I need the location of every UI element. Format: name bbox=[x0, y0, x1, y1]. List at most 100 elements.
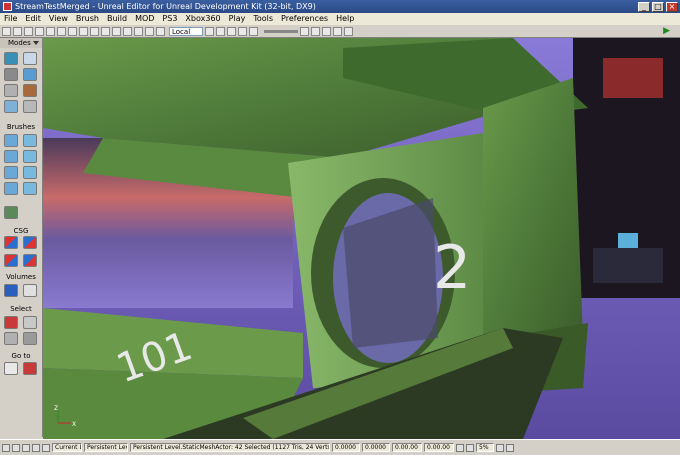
add-volume-icon[interactable] bbox=[4, 284, 18, 297]
grid-value-2: 0.0000 bbox=[362, 443, 390, 452]
grid-value-4: 0.00.00 bbox=[424, 443, 454, 452]
csg-subtract-icon[interactable] bbox=[23, 236, 37, 249]
play-in-editor-icon[interactable]: ▶ bbox=[663, 26, 670, 36]
menu-preferences[interactable]: Preferences bbox=[277, 13, 332, 25]
menu-build[interactable]: Build bbox=[103, 13, 131, 25]
camera-speed-slider[interactable] bbox=[264, 29, 298, 33]
pie-icon[interactable] bbox=[333, 26, 342, 36]
hide-selected-icon[interactable] bbox=[23, 316, 37, 329]
menu-play[interactable]: Play bbox=[225, 13, 250, 25]
app-icon bbox=[3, 2, 12, 11]
cylinder-brush-icon[interactable] bbox=[4, 150, 18, 163]
widget-rotate-icon[interactable] bbox=[145, 26, 154, 36]
paste-icon[interactable] bbox=[79, 26, 88, 36]
menu-edit[interactable]: Edit bbox=[21, 13, 45, 25]
modes-header[interactable]: Modes bbox=[0, 38, 42, 48]
menu-brush[interactable]: Brush bbox=[72, 13, 103, 25]
brushes-label: Brushes bbox=[6, 123, 36, 131]
mesh-paint-icon[interactable] bbox=[4, 84, 18, 97]
widget-scale-icon[interactable] bbox=[156, 26, 165, 36]
cube-brush-icon[interactable] bbox=[4, 134, 18, 147]
matinee-icon[interactable] bbox=[123, 26, 132, 36]
game-view-icon[interactable] bbox=[322, 26, 331, 36]
show-all-icon[interactable] bbox=[23, 332, 37, 345]
curved-stair-brush-icon[interactable] bbox=[23, 150, 37, 163]
volumes-label: Volumes bbox=[6, 273, 36, 281]
minimize-button[interactable]: _ bbox=[638, 1, 650, 12]
csg-label: CSG bbox=[13, 227, 29, 235]
menu-view[interactable]: View bbox=[45, 13, 72, 25]
menu-ps3[interactable]: PS3 bbox=[158, 13, 181, 25]
settings-icon[interactable] bbox=[506, 443, 514, 452]
snap-icon[interactable] bbox=[466, 443, 474, 452]
title-bar: StreamTestMerged - Unreal Editor for Unr… bbox=[0, 0, 680, 13]
csg-add-icon[interactable] bbox=[4, 236, 18, 249]
goto-label: Go to bbox=[11, 352, 31, 360]
menu-mod[interactable]: MOD bbox=[131, 13, 158, 25]
menu-help[interactable]: Help bbox=[332, 13, 358, 25]
invert-selection-icon[interactable] bbox=[4, 332, 18, 345]
go-to-builder-brush-icon[interactable] bbox=[23, 362, 37, 375]
spiral-stair-brush-icon[interactable] bbox=[23, 166, 37, 179]
show-selected-icon[interactable] bbox=[4, 316, 18, 329]
texture-mode-icon[interactable] bbox=[23, 68, 37, 81]
landscape-mode-icon[interactable] bbox=[4, 100, 18, 113]
cone-brush-icon[interactable] bbox=[23, 134, 37, 147]
main-toolbar: Local ▶ bbox=[0, 25, 680, 38]
world-icon[interactable] bbox=[496, 443, 504, 452]
search-icon[interactable] bbox=[90, 26, 99, 36]
volumetric-brush-icon[interactable] bbox=[4, 206, 18, 219]
menu-bar: File Edit View Brush Build MOD PS3 Xbox3… bbox=[0, 13, 680, 25]
maximize-icon: □ bbox=[654, 1, 662, 11]
lock-icon[interactable] bbox=[456, 443, 464, 452]
autosave-icon[interactable] bbox=[42, 443, 50, 452]
sheet-brush-icon[interactable] bbox=[4, 182, 18, 195]
build-geometry-icon[interactable] bbox=[216, 26, 225, 36]
menu-tools[interactable]: Tools bbox=[249, 13, 277, 25]
geometry-mode-icon[interactable] bbox=[23, 52, 37, 65]
scale-percent: 5% bbox=[476, 443, 494, 452]
axis-x-label: X bbox=[72, 421, 76, 428]
rotation-grid-icon[interactable] bbox=[12, 443, 20, 452]
terrain-mode-icon[interactable] bbox=[4, 68, 18, 81]
save-icon[interactable] bbox=[24, 26, 33, 36]
linear-stair-brush-icon[interactable] bbox=[4, 166, 18, 179]
open-icon[interactable] bbox=[13, 26, 22, 36]
selection-status: Persistent Level.StaticMeshActor: 42 Sel… bbox=[130, 443, 330, 452]
csg-intersect-icon[interactable] bbox=[4, 254, 18, 267]
vertex-snap-icon[interactable] bbox=[32, 443, 40, 452]
perspective-viewport[interactable]: 101 2 Z X bbox=[43, 38, 680, 439]
go-to-actor-icon[interactable] bbox=[4, 362, 18, 375]
content-browser-icon[interactable] bbox=[101, 26, 110, 36]
undo-icon[interactable] bbox=[35, 26, 44, 36]
copy-icon[interactable] bbox=[68, 26, 77, 36]
redo-icon[interactable] bbox=[46, 26, 55, 36]
camera-mode-icon[interactable] bbox=[4, 52, 18, 65]
lock-icon[interactable] bbox=[311, 26, 320, 36]
arch-decal: 2 bbox=[433, 233, 471, 303]
widget-move-icon[interactable] bbox=[134, 26, 143, 36]
current-level-value[interactable]: Persistent Level bbox=[84, 443, 128, 452]
snap-icon[interactable] bbox=[205, 26, 214, 36]
build-all-icon[interactable] bbox=[249, 26, 258, 36]
cut-icon[interactable] bbox=[57, 26, 66, 36]
coverage-mode-icon[interactable] bbox=[23, 100, 37, 113]
realtime-icon[interactable] bbox=[300, 26, 309, 36]
build-lighting-icon[interactable] bbox=[227, 26, 236, 36]
volume-select-icon[interactable] bbox=[23, 284, 37, 297]
scale-grid-icon[interactable] bbox=[22, 443, 30, 452]
csg-deintersect-icon[interactable] bbox=[23, 254, 37, 267]
foliage-mode-icon[interactable] bbox=[23, 84, 37, 97]
menu-file[interactable]: File bbox=[0, 13, 21, 25]
close-button[interactable]: × bbox=[666, 1, 678, 12]
sphere-brush-icon[interactable] bbox=[23, 182, 37, 195]
new-icon[interactable] bbox=[2, 26, 11, 36]
axis-z-label: Z bbox=[54, 405, 58, 412]
console-icon[interactable] bbox=[344, 26, 353, 36]
maximize-button[interactable]: □ bbox=[652, 1, 664, 12]
kismet-icon[interactable] bbox=[112, 26, 121, 36]
build-paths-icon[interactable] bbox=[238, 26, 247, 36]
coordinate-system-dropdown[interactable]: Local bbox=[169, 26, 203, 36]
menu-xbox360[interactable]: Xbox360 bbox=[181, 13, 224, 25]
drag-grid-icon[interactable] bbox=[2, 443, 10, 452]
